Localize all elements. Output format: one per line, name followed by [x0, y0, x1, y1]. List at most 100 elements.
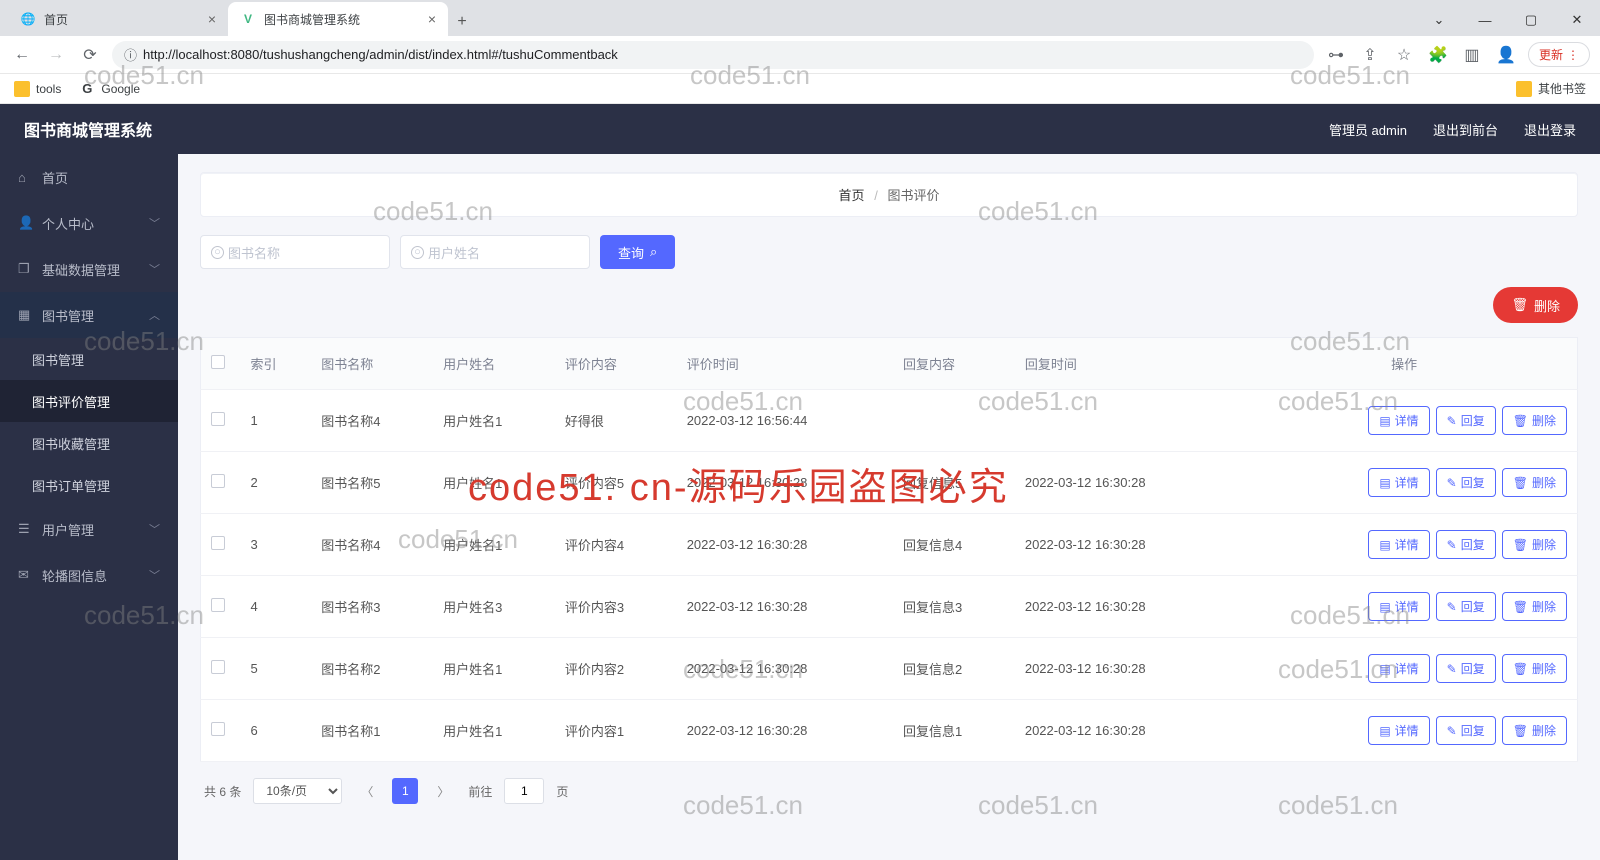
- doc-icon: ▤: [1379, 600, 1390, 614]
- detail-button[interactable]: ▤详情: [1368, 654, 1429, 683]
- row-checkbox[interactable]: [211, 474, 225, 488]
- edit-icon: ✎: [1447, 600, 1457, 614]
- cell-book: 图书名称5: [311, 452, 433, 514]
- url-input[interactable]: ⓘ http://localhost:8080/tushushangcheng/…: [112, 41, 1314, 69]
- browser-tab-2[interactable]: V 图书商城管理系统 ×: [228, 2, 448, 36]
- table-row: 4图书名称3用户姓名3评价内容32022-03-12 16:30:28回复信息3…: [201, 576, 1578, 638]
- reply-button[interactable]: ✎回复: [1436, 468, 1496, 497]
- sidebar-item-book[interactable]: ▦ 图书管理 ︿: [0, 292, 178, 338]
- page-size-select[interactable]: 10条/页: [253, 778, 342, 804]
- detail-button[interactable]: ▤详情: [1368, 406, 1429, 435]
- cell-rtime: 2022-03-12 16:30:28: [1015, 638, 1231, 700]
- close-window-button[interactable]: ✕: [1554, 4, 1600, 36]
- detail-button[interactable]: ▤详情: [1368, 716, 1429, 745]
- sidepanel-icon[interactable]: ▥: [1460, 43, 1484, 67]
- url-text: http://localhost:8080/tushushangcheng/ad…: [143, 47, 618, 62]
- bulk-delete-button[interactable]: 🗑 删除: [1493, 287, 1578, 323]
- cell-book: 图书名称3: [311, 576, 433, 638]
- row-delete-button[interactable]: 🗑删除: [1502, 530, 1567, 559]
- browser-titlebar: 🌐 首页 × V 图书商城管理系统 × + ⌄ — ▢ ✕: [0, 0, 1600, 36]
- sidebar-sub-order[interactable]: 图书订单管理: [0, 464, 178, 506]
- cell-user: 用户姓名1: [433, 514, 555, 576]
- tab-title: 首页: [44, 11, 68, 28]
- prev-page-button[interactable]: 〈: [354, 778, 380, 804]
- sidebar-item-carousel[interactable]: ✉ 轮播图信息 ﹀: [0, 552, 178, 598]
- new-tab-button[interactable]: +: [448, 8, 476, 36]
- sidebar-sub-comment[interactable]: 图书评价管理: [0, 380, 178, 422]
- row-checkbox[interactable]: [211, 598, 225, 612]
- reload-button[interactable]: ⟳: [78, 43, 102, 67]
- forward-button[interactable]: →: [44, 43, 68, 67]
- row-checkbox[interactable]: [211, 536, 225, 550]
- key-icon[interactable]: ⊶: [1324, 43, 1348, 67]
- row-delete-button[interactable]: 🗑删除: [1502, 468, 1567, 497]
- detail-button[interactable]: ▤详情: [1368, 468, 1429, 497]
- profile-icon[interactable]: 👤: [1494, 43, 1518, 67]
- dropdown-icon[interactable]: ⌄: [1416, 4, 1462, 36]
- row-delete-button[interactable]: 🗑删除: [1502, 654, 1567, 683]
- cell-time: 2022-03-12 16:56:44: [677, 390, 893, 452]
- globe-icon: 🌐: [20, 11, 36, 27]
- cell-rtime: 2022-03-12 16:30:28: [1015, 514, 1231, 576]
- row-delete-button[interactable]: 🗑删除: [1502, 592, 1567, 621]
- row-checkbox[interactable]: [211, 412, 225, 426]
- sidebar-item-user[interactable]: ☰ 用户管理 ﹀: [0, 506, 178, 552]
- browser-tab-1[interactable]: 🌐 首页 ×: [8, 2, 228, 36]
- detail-button[interactable]: ▤详情: [1368, 592, 1429, 621]
- update-button[interactable]: 更新⋮: [1528, 42, 1590, 67]
- goto-page-input[interactable]: [504, 778, 544, 804]
- home-icon: ⌂: [18, 170, 32, 185]
- logout-link[interactable]: 退出登录: [1524, 120, 1576, 139]
- row-checkbox[interactable]: [211, 722, 225, 736]
- cell-ops: ▤详情✎回复🗑删除: [1231, 700, 1577, 762]
- detail-button[interactable]: ▤详情: [1368, 530, 1429, 559]
- sidebar-sub-manage[interactable]: 图书管理: [0, 338, 178, 380]
- select-all-checkbox[interactable]: [211, 355, 225, 369]
- extensions-icon[interactable]: 🧩: [1426, 43, 1450, 67]
- chevron-down-icon: ﹀: [149, 261, 160, 277]
- cell-ops: ▤详情✎回复🗑删除: [1231, 452, 1577, 514]
- row-delete-button[interactable]: 🗑删除: [1502, 406, 1567, 435]
- breadcrumb-home[interactable]: 首页: [839, 188, 865, 203]
- bookmark-tools[interactable]: tools: [14, 81, 61, 97]
- reply-button[interactable]: ✎回复: [1436, 716, 1496, 745]
- trash-icon: 🗑: [1513, 476, 1528, 490]
- back-button[interactable]: ←: [10, 43, 34, 67]
- share-icon[interactable]: ⇪: [1358, 43, 1382, 67]
- cell-book: 图书名称2: [311, 638, 433, 700]
- search-button[interactable]: 查询 ⌕: [600, 235, 675, 269]
- to-front-link[interactable]: 退出到前台: [1433, 120, 1498, 139]
- chevron-down-icon: ﹀: [149, 215, 160, 231]
- close-icon[interactable]: ×: [208, 11, 216, 27]
- reply-button[interactable]: ✎回复: [1436, 406, 1496, 435]
- reply-button[interactable]: ✎回复: [1436, 654, 1496, 683]
- tab-title: 图书商城管理系统: [264, 11, 360, 28]
- sidebar-item-personal[interactable]: 👤 个人中心 ﹀: [0, 200, 178, 246]
- other-bookmarks[interactable]: 其他书签: [1516, 80, 1586, 97]
- admin-label[interactable]: 管理员 admin: [1329, 120, 1407, 139]
- sidebar-item-basedata[interactable]: ❐ 基础数据管理 ﹀: [0, 246, 178, 292]
- row-delete-button[interactable]: 🗑删除: [1502, 716, 1567, 745]
- info-icon: ⓘ: [124, 45, 137, 64]
- bookmark-google[interactable]: G Google: [79, 81, 140, 97]
- next-page-button[interactable]: 〉: [430, 778, 456, 804]
- chevron-up-icon: ︿: [149, 307, 160, 323]
- book-name-input[interactable]: ○ 图书名称: [200, 235, 390, 269]
- close-icon[interactable]: ×: [428, 11, 436, 27]
- row-checkbox[interactable]: [211, 660, 225, 674]
- page-unit: 页: [556, 783, 568, 800]
- page-1-button[interactable]: 1: [392, 778, 418, 804]
- sidebar-item-home[interactable]: ⌂ 首页: [0, 154, 178, 200]
- reply-button[interactable]: ✎回复: [1436, 592, 1496, 621]
- window-controls: ⌄ — ▢ ✕: [1416, 4, 1600, 36]
- user-name-input[interactable]: ○ 用户姓名: [400, 235, 590, 269]
- table-row: 1图书名称4用户姓名1好得很2022-03-12 16:56:44▤详情✎回复🗑…: [201, 390, 1578, 452]
- table-row: 3图书名称4用户姓名1评价内容42022-03-12 16:30:28回复信息4…: [201, 514, 1578, 576]
- minimize-button[interactable]: —: [1462, 4, 1508, 36]
- maximize-button[interactable]: ▢: [1508, 4, 1554, 36]
- table-row: 5图书名称2用户姓名1评价内容22022-03-12 16:30:28回复信息2…: [201, 638, 1578, 700]
- sidebar: ⌂ 首页 👤 个人中心 ﹀ ❐ 基础数据管理 ﹀ ▦ 图书管理 ︿: [0, 154, 178, 860]
- sidebar-sub-fav[interactable]: 图书收藏管理: [0, 422, 178, 464]
- reply-button[interactable]: ✎回复: [1436, 530, 1496, 559]
- star-icon[interactable]: ☆: [1392, 43, 1416, 67]
